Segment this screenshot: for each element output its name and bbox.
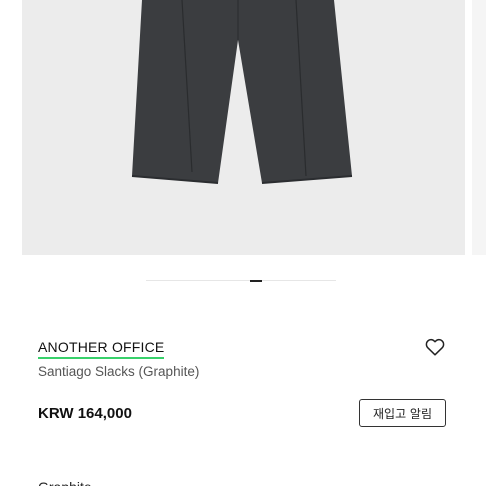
product-image[interactable] — [22, 0, 465, 255]
product-price: KRW 164,000 — [38, 405, 132, 422]
heart-outline-icon — [425, 338, 445, 356]
product-page: ANOTHER OFFICE Santiago Slacks (Graphite… — [0, 0, 486, 486]
gallery-pager-indicator — [250, 280, 262, 282]
restock-alert-button[interactable]: 재입고 알림 — [359, 399, 446, 427]
gallery-pager-track — [146, 280, 336, 281]
next-image-peek[interactable] — [472, 0, 486, 255]
brand-link[interactable]: ANOTHER OFFICE — [38, 338, 165, 359]
color-label: Graphite — [38, 478, 92, 486]
product-name: Santiago Slacks (Graphite) — [38, 364, 200, 379]
wishlist-button[interactable] — [424, 336, 446, 358]
trousers-illustration — [131, 0, 353, 184]
